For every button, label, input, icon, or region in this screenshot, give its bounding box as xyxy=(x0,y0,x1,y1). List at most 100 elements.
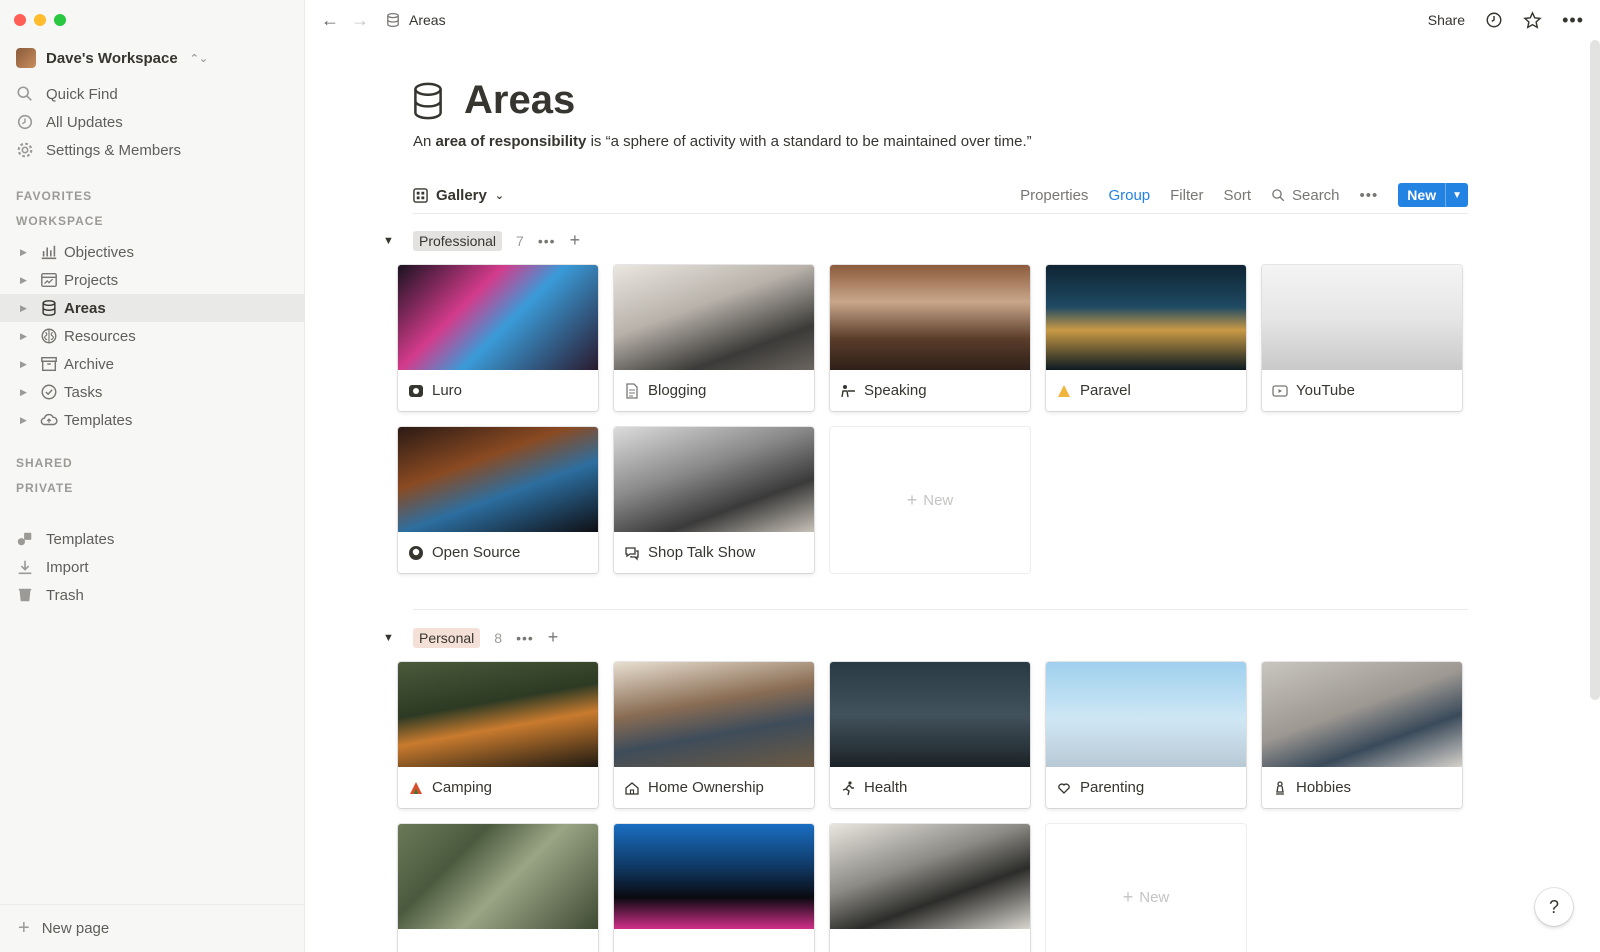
gallery-card[interactable]: Luro xyxy=(398,265,598,411)
expand-triangle-icon[interactable]: ▶ xyxy=(20,359,40,370)
window-controls xyxy=(14,14,66,26)
gallery-card[interactable]: Shop Talk Show xyxy=(614,427,814,573)
sidebar-item-areas[interactable]: ▶ Areas xyxy=(0,294,305,322)
expand-triangle-icon[interactable]: ▶ xyxy=(20,247,40,258)
sidebar-item-label: Settings & Members xyxy=(46,141,182,159)
database-icon xyxy=(42,300,56,316)
presenter-icon xyxy=(841,384,855,397)
new-card-button[interactable]: + New xyxy=(1046,824,1246,952)
sidebar-item-label: Quick Find xyxy=(46,85,118,103)
gallery-card[interactable]: Camping xyxy=(398,662,598,808)
expand-triangle-icon[interactable]: ▶ xyxy=(20,387,40,398)
new-page-button[interactable]: + New page xyxy=(0,904,305,952)
sidebar-item-all-updates[interactable]: All Updates xyxy=(16,108,181,136)
section-workspace[interactable]: WORKSPACE xyxy=(16,214,103,228)
card-cover xyxy=(614,427,814,532)
group-count: 8 xyxy=(494,629,503,646)
sidebar-item-tasks[interactable]: ▶ Tasks xyxy=(0,378,305,406)
plus-icon: + xyxy=(1122,886,1134,907)
gallery-view-tab[interactable]: Gallery ⌄ xyxy=(413,187,504,204)
gallery-card[interactable]: Speaking xyxy=(830,265,1030,411)
expand-triangle-icon[interactable]: ▶ xyxy=(20,303,40,314)
gallery-card[interactable] xyxy=(398,824,598,952)
gallery-card[interactable]: Paravel xyxy=(1046,265,1246,411)
page-description[interactable]: An area of responsibility is “a sphere o… xyxy=(413,133,1032,150)
minimize-window-button[interactable] xyxy=(34,14,46,26)
sidebar-item-trash[interactable]: Trash xyxy=(16,581,114,609)
runner-icon xyxy=(842,780,854,795)
section-favorites[interactable]: FAVORITES xyxy=(16,189,92,203)
sidebar-item-settings[interactable]: Settings & Members xyxy=(16,136,181,164)
chess-icon xyxy=(1276,780,1284,795)
collapse-triangle-icon[interactable]: ▼ xyxy=(383,632,399,644)
back-arrow-icon[interactable]: ← xyxy=(321,10,339,31)
desc-prefix: An xyxy=(413,133,436,150)
new-card-button[interactable]: + New xyxy=(830,427,1030,573)
collapse-triangle-icon[interactable]: ▼ xyxy=(383,235,399,247)
filter-button[interactable]: Filter xyxy=(1170,187,1203,204)
group-more-icon[interactable]: ••• xyxy=(538,233,556,249)
view-more-icon[interactable]: ••• xyxy=(1360,187,1379,204)
group-more-icon[interactable]: ••• xyxy=(516,630,534,646)
clock-icon xyxy=(17,114,33,130)
help-button[interactable]: ? xyxy=(1535,888,1573,926)
zoom-window-button[interactable] xyxy=(54,14,66,26)
expand-triangle-icon[interactable]: ▶ xyxy=(20,331,40,342)
star-icon[interactable] xyxy=(1523,10,1542,30)
new-page-label: New page xyxy=(41,920,110,937)
workspace-switcher[interactable]: Dave's Workspace ⌃⌄ xyxy=(16,48,208,68)
group-pill[interactable]: Professional xyxy=(413,230,503,251)
database-page-icon[interactable] xyxy=(410,81,446,121)
more-options-icon[interactable]: ••• xyxy=(1562,10,1584,31)
gallery-card[interactable]: Hobbies xyxy=(1262,662,1462,808)
share-button[interactable]: Share xyxy=(1428,12,1465,28)
sidebar-item-label: Areas xyxy=(64,299,106,317)
search-button[interactable]: Search xyxy=(1271,187,1340,204)
new-button-label: New xyxy=(1407,187,1437,203)
brain-icon xyxy=(41,328,57,344)
sidebar-item-import[interactable]: Import xyxy=(16,553,114,581)
heart-hand-icon xyxy=(1058,782,1070,794)
gallery-card[interactable]: Parenting xyxy=(1046,662,1246,808)
page-header: Areas xyxy=(410,78,575,123)
scrollbar[interactable] xyxy=(1590,40,1600,700)
page-title[interactable]: Areas xyxy=(464,78,575,123)
gallery-card[interactable]: Home Ownership xyxy=(614,662,814,808)
group-add-icon[interactable]: + xyxy=(570,230,581,251)
new-record-button[interactable]: New ▼ xyxy=(1398,183,1468,207)
gallery-card[interactable]: YouTube xyxy=(1262,265,1462,411)
section-private[interactable]: PRIVATE xyxy=(16,481,73,495)
gallery-card[interactable] xyxy=(614,824,814,952)
sidebar-item-projects[interactable]: ▶ Projects xyxy=(0,266,305,294)
sidebar-item-templates[interactable]: ▶ Templates xyxy=(0,406,305,434)
group-add-icon[interactable]: + xyxy=(548,627,559,648)
close-window-button[interactable] xyxy=(14,14,26,26)
gallery-card[interactable]: Open Source xyxy=(398,427,598,573)
properties-button[interactable]: Properties xyxy=(1020,187,1088,204)
history-clock-icon[interactable] xyxy=(1485,11,1503,29)
expand-triangle-icon[interactable]: ▶ xyxy=(20,275,40,286)
sidebar-item-resources[interactable]: ▶ Resources xyxy=(0,322,305,350)
new-dropdown-chevron-icon[interactable]: ▼ xyxy=(1445,183,1468,207)
card-cover xyxy=(830,265,1030,370)
card-title: Hobbies xyxy=(1296,779,1352,796)
sidebar-item-archive[interactable]: ▶ Archive xyxy=(0,350,305,378)
trash-icon xyxy=(18,588,32,602)
gallery-card[interactable]: Health xyxy=(830,662,1030,808)
forward-arrow-icon[interactable]: → xyxy=(351,10,369,31)
sidebar-item-templates-gallery[interactable]: Templates xyxy=(16,525,114,553)
document-icon xyxy=(626,382,638,399)
group-button[interactable]: Group xyxy=(1108,187,1150,204)
breadcrumb[interactable]: Areas xyxy=(385,12,446,28)
group-header-personal: ▼ Personal 8 ••• + xyxy=(383,627,558,648)
sort-button[interactable]: Sort xyxy=(1223,187,1251,204)
desc-bold: area of responsibility xyxy=(435,133,587,150)
gallery-card[interactable] xyxy=(830,824,1030,952)
section-shared[interactable]: SHARED xyxy=(16,456,73,470)
expand-triangle-icon[interactable]: ▶ xyxy=(20,415,40,426)
sidebar-item-objectives[interactable]: ▶ Objectives xyxy=(0,238,305,266)
group-pill[interactable]: Personal xyxy=(413,627,481,648)
card-title: Luro xyxy=(432,382,463,399)
sidebar-item-quick-find[interactable]: Quick Find xyxy=(16,80,181,108)
gallery-card[interactable]: Blogging xyxy=(614,265,814,411)
